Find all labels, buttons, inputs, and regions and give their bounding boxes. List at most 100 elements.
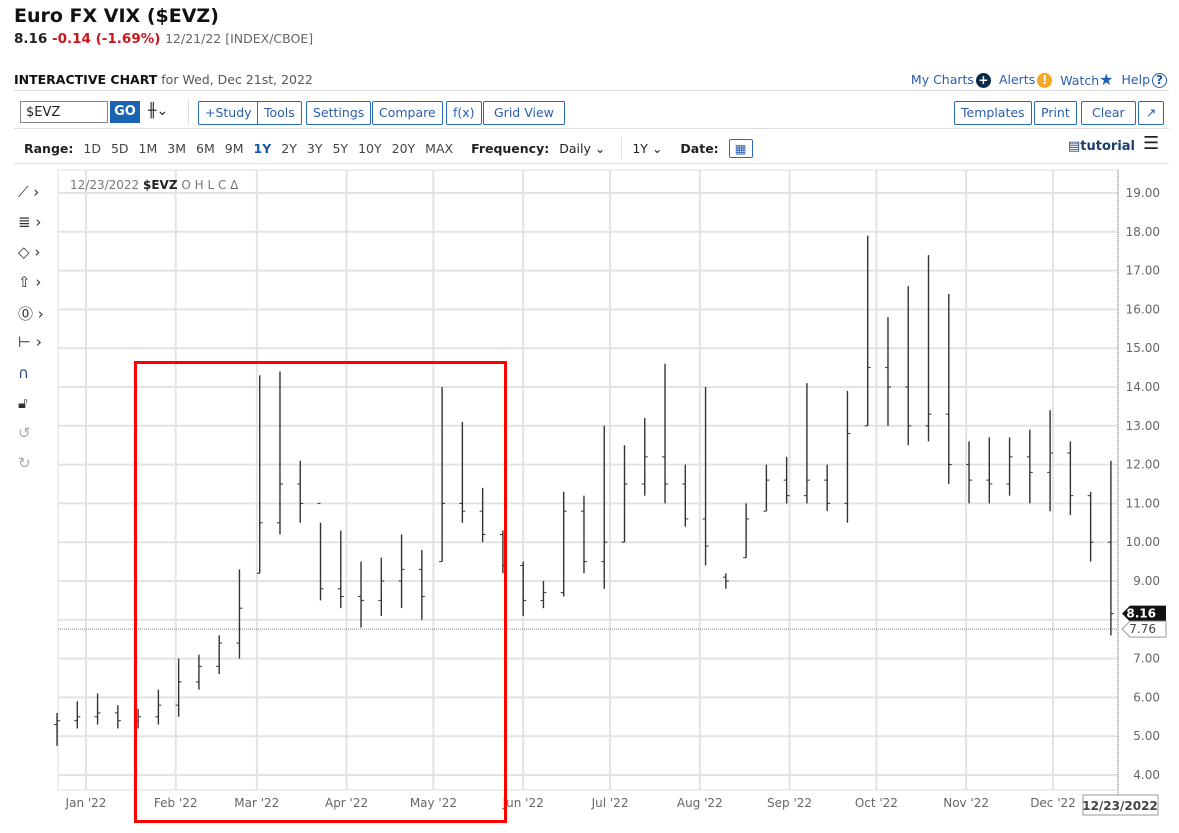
price-change: -0.14 (-1.69%) — [52, 31, 161, 47]
measure-tool[interactable]: ⊢ › — [18, 333, 62, 355]
range-label: Range: — [24, 140, 74, 156]
range-10y[interactable]: 10Y — [358, 141, 382, 156]
x-tick-label: Jun '22 — [502, 796, 544, 810]
tutorial-link[interactable]: ▤tutorial — [1068, 139, 1135, 154]
range-6m[interactable]: 6M — [196, 141, 215, 156]
range-1d[interactable]: 1D — [83, 141, 101, 156]
y-tick-label: 14.00 — [1126, 380, 1160, 394]
crosshair-date-label: 12/23/2022 — [1082, 799, 1158, 813]
y-tick-label: 11.00 — [1126, 496, 1160, 510]
range-2y[interactable]: 2Y — [281, 141, 297, 156]
compare-button[interactable]: Compare — [372, 101, 443, 125]
expand-button[interactable]: ↗ — [1138, 101, 1164, 125]
lock-tool[interactable]: 🔓︎ — [18, 394, 62, 416]
crosshair-date-box — [1082, 794, 1159, 816]
help-link[interactable]: Help? — [1122, 72, 1167, 88]
trendline-tool[interactable]: ⟋ › — [18, 183, 62, 205]
fibonacci-icon: ≣ — [18, 213, 31, 231]
x-tick-label: Jan '22 — [65, 796, 107, 810]
y-tick-label: 5.00 — [1133, 729, 1160, 743]
y-tick-label: 6.00 — [1133, 690, 1160, 704]
redo-icon: ↻ — [18, 454, 31, 472]
expand-arrow-icon: ↗ — [1145, 105, 1157, 120]
tools-button[interactable]: Tools — [257, 101, 302, 125]
menu-icon[interactable]: ☰ — [1143, 133, 1159, 154]
y-tick-label: 4.00 — [1133, 768, 1160, 782]
frequency-label: Frequency: — [471, 140, 550, 156]
fx-button[interactable]: f(x) — [446, 101, 482, 125]
chevron-down-icon: ⌄ — [651, 140, 663, 156]
bar-type-dropdown[interactable]: ╫⌄ — [148, 103, 168, 119]
x-tick-label: Sep '22 — [767, 796, 812, 810]
chart-date: for Wed, Dec 21st, 2022 — [161, 72, 313, 87]
last-price-tag — [1122, 605, 1166, 622]
redo-button[interactable]: ↻ — [18, 454, 62, 476]
templates-button[interactable]: Templates — [954, 101, 1032, 125]
range-3y[interactable]: 3Y — [307, 141, 323, 156]
x-tick-label: Aug '22 — [677, 796, 723, 810]
reference-price-tag — [1121, 620, 1167, 638]
plus-circle-icon: + — [975, 72, 991, 88]
film-icon: ▤ — [1068, 139, 1081, 154]
arrow-up-icon: ⇧ — [18, 273, 31, 291]
study-button[interactable]: +Study — [198, 101, 259, 125]
range-5y[interactable]: 5Y — [332, 141, 348, 156]
star-icon: ★ — [1099, 70, 1114, 89]
chevron-down-icon: ⌄ — [594, 140, 606, 156]
undo-icon: ↺ — [18, 424, 31, 442]
range-3m[interactable]: 3M — [167, 141, 186, 156]
clear-button[interactable]: Clear — [1081, 101, 1136, 125]
range-1m[interactable]: 1M — [139, 141, 158, 156]
last-price-label: 8.16 — [1126, 607, 1156, 621]
range-9m[interactable]: 9M — [225, 141, 244, 156]
x-tick-label: Dec '22 — [1030, 796, 1076, 810]
y-tick-label: 12.00 — [1126, 458, 1160, 472]
calendar-button[interactable]: ▦ — [728, 138, 753, 158]
period-dropdown[interactable]: 1Y ⌄ — [632, 141, 662, 156]
y-tick-label: 16.00 — [1126, 302, 1160, 316]
reference-price-label: 7.76 — [1129, 622, 1156, 636]
y-tick-label: 18.00 — [1126, 225, 1160, 239]
fib-tool[interactable]: ≣ › — [18, 213, 62, 235]
arrow-tool[interactable]: ⇧ › — [18, 273, 62, 295]
shape-icon: ◇ — [18, 243, 30, 261]
circle-zero-icon: ⓪ — [18, 305, 34, 323]
y-tick-label: 19.00 — [1126, 186, 1160, 200]
help-icon: ? — [1152, 72, 1167, 88]
shape-tool[interactable]: ◇ › — [18, 243, 62, 265]
y-tick-label: 9.00 — [1133, 574, 1160, 588]
print-button[interactable]: Print — [1034, 101, 1077, 125]
y-tick-label: 8.00 — [1133, 613, 1160, 627]
x-tick-label: Oct '22 — [855, 796, 898, 810]
magnet-tool[interactable]: ∩ — [18, 364, 62, 386]
alerts-link[interactable]: Alerts! — [999, 72, 1053, 88]
range-20y[interactable]: 20Y — [392, 141, 416, 156]
top-links: My Charts + Alerts! Watch★ Help? — [911, 70, 1167, 89]
range-bar: Range: 1D 5D 1M 3M 6M 9M 1Y 2Y 3Y 5Y 10Y 20Y MAX Fre… — [24, 137, 753, 159]
settings-button[interactable]: Settings — [306, 101, 372, 125]
y-tick-label: 15.00 — [1126, 341, 1160, 355]
x-tick-label: Jul '22 — [591, 796, 629, 810]
y-tick-label: 7.00 — [1133, 652, 1160, 666]
chevron-down-icon: ⌄ — [156, 103, 169, 119]
x-tick-label: Nov '22 — [943, 796, 989, 810]
quote-line: 8.16 -0.14 (-1.69%) 12/21/22 [INDEX/CBOE… — [14, 31, 313, 47]
unlock-icon: 🔓︎ — [18, 394, 28, 412]
range-1y[interactable]: 1Y — [254, 141, 272, 156]
calendar-icon: ▦ — [734, 140, 747, 156]
go-button[interactable]: GO — [110, 101, 140, 123]
watch-link[interactable]: Watch★ — [1060, 70, 1113, 89]
alert-icon: ! — [1037, 72, 1053, 88]
frequency-dropdown[interactable]: Daily ⌄ — [559, 141, 605, 156]
grid-view-button[interactable]: Grid View — [483, 101, 565, 125]
last-price: 8.16 — [14, 31, 48, 47]
annotation-tool[interactable]: ⓪ › — [18, 303, 62, 325]
chart-subheader: INTERACTIVE CHART for Wed, Dec 21st, 202… — [14, 72, 313, 87]
y-tick-label: 10.00 — [1126, 535, 1160, 549]
range-5d[interactable]: 5D — [111, 141, 129, 156]
range-max[interactable]: MAX — [425, 141, 453, 156]
undo-button[interactable]: ↺ — [18, 424, 62, 446]
date-label: Date: — [680, 140, 719, 156]
my-charts-link[interactable]: My Charts + — [911, 72, 991, 88]
symbol-input[interactable]: $EVZ — [20, 101, 108, 123]
